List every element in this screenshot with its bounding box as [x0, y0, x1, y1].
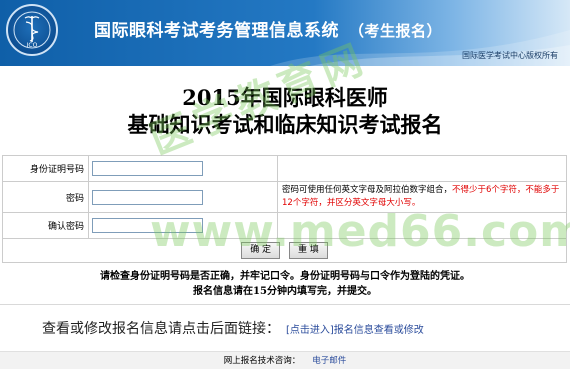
confirm-input-cell — [88, 212, 278, 239]
header-banner: ICO 国际眼科考试考务管理信息系统 （考生报名） 国际医学考试中心版权所有 — [0, 0, 570, 66]
email-link[interactable]: 电子邮件 — [312, 356, 346, 366]
confirm-password-input[interactable] — [92, 218, 203, 233]
system-title: 国际眼科考试考务管理信息系统 （考生报名） — [94, 16, 442, 41]
page-title-line1: 2015年国际眼科医师 — [182, 85, 388, 110]
button-cell: 确 定 重 填 — [2, 238, 567, 263]
notice-line2: 报名信息请在15分钟内填写完，并提交。 — [193, 286, 377, 297]
confirm-note-cell — [277, 212, 567, 239]
password-note: 密码可使用任何英文字母及阿拉伯数字组合，不得少于6个字符，不能多于12个字符，并… — [277, 181, 567, 213]
confirm-row: 确认密码 — [2, 212, 567, 239]
page-title: 2015年国际眼科医师 基础知识考试和临床知识考试报名 — [0, 84, 570, 138]
divider — [0, 304, 570, 305]
support-text: 网上报名技术咨询： — [223, 356, 301, 366]
confirm-label: 确认密码 — [2, 212, 89, 239]
notice-text: 请检查身份证明号码是否正确，并牢记口令。身份证明号码与口令作为登陆的凭证。 报名… — [0, 269, 570, 299]
registration-form: 身份证明号码 密码 密码可使用任何英文字母及阿拉伯数字组合，不得少于6个字符，不… — [2, 155, 567, 263]
system-subtitle: （考生报名） — [349, 22, 443, 40]
password-input-cell — [88, 181, 278, 213]
id-row: 身份证明号码 — [2, 155, 567, 182]
password-note-text: 密码可使用任何英文字母及阿拉伯数字组合， — [282, 185, 453, 195]
ico-logo: ICO — [6, 4, 58, 56]
modify-link[interactable]: [点击进入]报名信息查看或修改 — [286, 325, 424, 336]
page-title-line2: 基础知识考试和临床知识考试报名 — [127, 112, 443, 137]
id-number-input[interactable] — [92, 161, 203, 176]
button-row: 确 定 重 填 — [2, 238, 567, 263]
modify-section: 查看或修改报名信息请点击后面链接： [点击进入]报名信息查看或修改 — [42, 318, 424, 338]
id-label: 身份证明号码 — [2, 155, 89, 182]
system-title-text: 国际眼科考试考务管理信息系统 — [94, 21, 339, 41]
copyright-text: 国际医学考试中心版权所有 — [462, 51, 558, 60]
reset-button[interactable]: 重 填 — [288, 242, 328, 259]
ok-button[interactable]: 确 定 — [241, 242, 281, 259]
password-label: 密码 — [2, 181, 89, 213]
notice-line1: 请检查身份证明号码是否正确，并牢记口令。身份证明号码与口令作为登陆的凭证。 — [100, 271, 470, 282]
footer-bar: 网上报名技术咨询： 电子邮件 — [0, 351, 570, 369]
logo-text: ICO — [26, 42, 38, 49]
id-note-cell — [277, 155, 567, 182]
password-input[interactable] — [92, 189, 203, 205]
password-row: 密码 密码可使用任何英文字母及阿拉伯数字组合，不得少于6个字符，不能多于12个字… — [2, 181, 567, 213]
modify-text: 查看或修改报名信息请点击后面链接： — [42, 321, 280, 337]
id-input-cell — [88, 155, 278, 182]
